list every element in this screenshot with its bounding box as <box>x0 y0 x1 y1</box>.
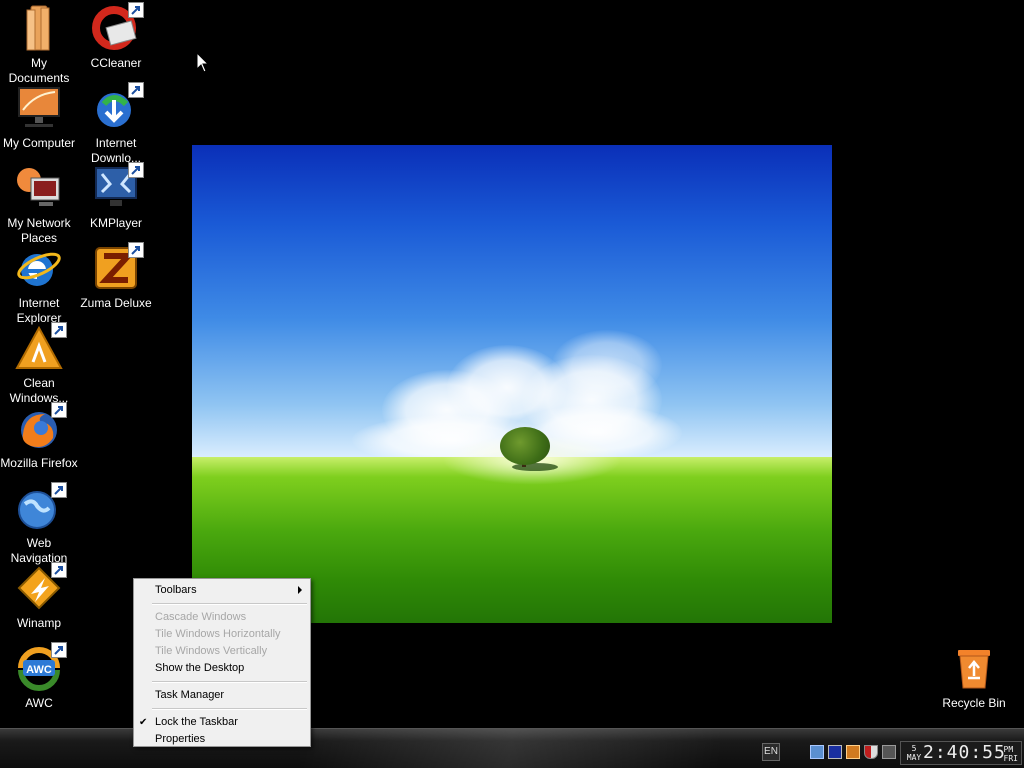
shortcut-arrow-icon <box>51 402 67 418</box>
desktop-icon-recycle-bin[interactable]: Recycle Bin <box>935 644 1013 711</box>
desktop-icon-awc[interactable]: AWC AWC <box>0 642 78 711</box>
icon-label: Zuma Deluxe <box>80 296 152 310</box>
recycle-bin-icon <box>950 644 998 692</box>
clock-time: 2:40:55 <box>923 742 1006 763</box>
taskbar-clock[interactable]: 5 MAY 2:40:55 PM FRI <box>900 741 1022 765</box>
shortcut-arrow-icon <box>128 162 144 178</box>
desktop-icon-kmplayer[interactable]: KMPlayer <box>77 162 155 231</box>
clock-ampm: PM <box>1003 745 1014 754</box>
desktop-icon-mozilla-firefox[interactable]: Mozilla Firefox <box>0 402 78 471</box>
menu-item-label: Properties <box>155 733 206 745</box>
language-indicator[interactable]: EN <box>762 743 780 761</box>
wallpaper-image <box>192 145 832 623</box>
submenu-arrow-icon <box>298 586 302 594</box>
shortcut-arrow-icon <box>51 482 67 498</box>
awc-icon: AWC <box>15 642 67 692</box>
clock-weekday-block: PM FRI <box>1004 745 1018 763</box>
clean-windows-icon <box>15 322 67 372</box>
desktop-icon-ccleaner[interactable]: CCleaner <box>77 2 155 71</box>
download-manager-icon <box>92 82 144 132</box>
shortcut-arrow-icon <box>51 562 67 578</box>
menu-item-lock-taskbar[interactable]: ✔ Lock the Taskbar <box>136 714 308 731</box>
kmplayer-icon <box>92 162 144 212</box>
network-icon <box>15 164 63 212</box>
icon-label: Winamp <box>16 616 61 630</box>
menu-item-cascade-windows: Cascade Windows <box>136 609 308 626</box>
clock-date: 5 MAY <box>904 744 924 762</box>
icon-label: KMPlayer <box>89 216 142 230</box>
clock-weekday: FRI <box>1003 754 1018 763</box>
menu-item-toolbars[interactable]: Toolbars <box>136 582 308 599</box>
shortcut-arrow-icon <box>128 2 144 18</box>
java-tray-icon[interactable] <box>846 745 860 759</box>
menu-item-label: Toolbars <box>155 584 197 596</box>
icon-label: My Documents <box>8 56 70 85</box>
display-tray-icon[interactable] <box>828 745 842 759</box>
shortcut-arrow-icon <box>128 242 144 258</box>
icon-label: Recycle Bin <box>942 696 1006 710</box>
firefox-icon <box>15 402 67 452</box>
computer-icon <box>15 84 63 132</box>
checkmark-icon: ✔ <box>139 717 148 728</box>
menu-item-properties[interactable]: Properties <box>136 731 308 748</box>
shortcut-arrow-icon <box>128 82 144 98</box>
icon-label: CCleaner <box>90 56 142 70</box>
network-tray-icon[interactable] <box>810 745 824 759</box>
menu-separator <box>152 681 307 683</box>
menu-item-task-manager[interactable]: Task Manager <box>136 687 308 704</box>
desktop-icon-internet-download[interactable]: Internet Downlo... <box>77 82 155 166</box>
globe-icon <box>15 482 67 532</box>
menu-separator <box>152 708 307 710</box>
menu-item-label: Tile Windows Vertically <box>155 645 268 657</box>
icon-label: Mozilla Firefox <box>0 456 78 470</box>
menu-separator <box>152 603 307 605</box>
security-shield-icon[interactable] <box>864 745 878 759</box>
desktop-icon-web-navigation[interactable]: Web Navigation <box>0 482 78 566</box>
taskbar-context-menu[interactable]: Toolbars Cascade Windows Tile Windows Ho… <box>133 578 311 747</box>
menu-item-label: Tile Windows Horizontally <box>155 628 281 640</box>
menu-item-label: Show the Desktop <box>155 662 245 674</box>
menu-item-tile-vertically: Tile Windows Vertically <box>136 643 308 660</box>
desktop-icon-my-computer[interactable]: My Computer <box>0 84 78 151</box>
clock-month: MAY <box>906 753 922 762</box>
icon-label: My Network Places <box>7 216 71 245</box>
svg-text:AWC: AWC <box>26 664 52 676</box>
winamp-icon <box>15 562 67 612</box>
shortcut-arrow-icon <box>51 642 67 658</box>
icon-label: AWC <box>25 696 53 710</box>
menu-item-tile-horizontally: Tile Windows Horizontally <box>136 626 308 643</box>
desktop-icon-clean-windows[interactable]: Clean Windows... <box>0 322 78 406</box>
desktop-icon-my-network-places[interactable]: My Network Places <box>0 164 78 246</box>
mouse-cursor-icon <box>196 52 210 73</box>
desktop[interactable]: My Documents My Computer My Network Plac… <box>0 0 1024 768</box>
desktop-icon-internet-explorer[interactable]: Internet Explorer <box>0 244 78 326</box>
internet-explorer-icon <box>15 244 63 292</box>
ccleaner-icon <box>92 2 144 52</box>
volume-tray-icon[interactable] <box>882 745 896 759</box>
folder-icon <box>15 4 63 52</box>
menu-item-label: Cascade Windows <box>155 611 247 623</box>
zuma-icon <box>92 242 144 292</box>
clock-day: 5 <box>911 744 917 753</box>
icon-label: My Computer <box>2 136 76 150</box>
menu-item-label: Task Manager <box>155 689 225 701</box>
desktop-icon-zuma-deluxe[interactable]: Zuma Deluxe <box>77 242 155 311</box>
desktop-icon-winamp[interactable]: Winamp <box>0 562 78 631</box>
shortcut-arrow-icon <box>51 322 67 338</box>
menu-item-label: Lock the Taskbar <box>155 716 238 728</box>
desktop-icon-my-documents[interactable]: My Documents <box>0 4 78 86</box>
menu-item-show-desktop[interactable]: Show the Desktop <box>136 660 308 677</box>
